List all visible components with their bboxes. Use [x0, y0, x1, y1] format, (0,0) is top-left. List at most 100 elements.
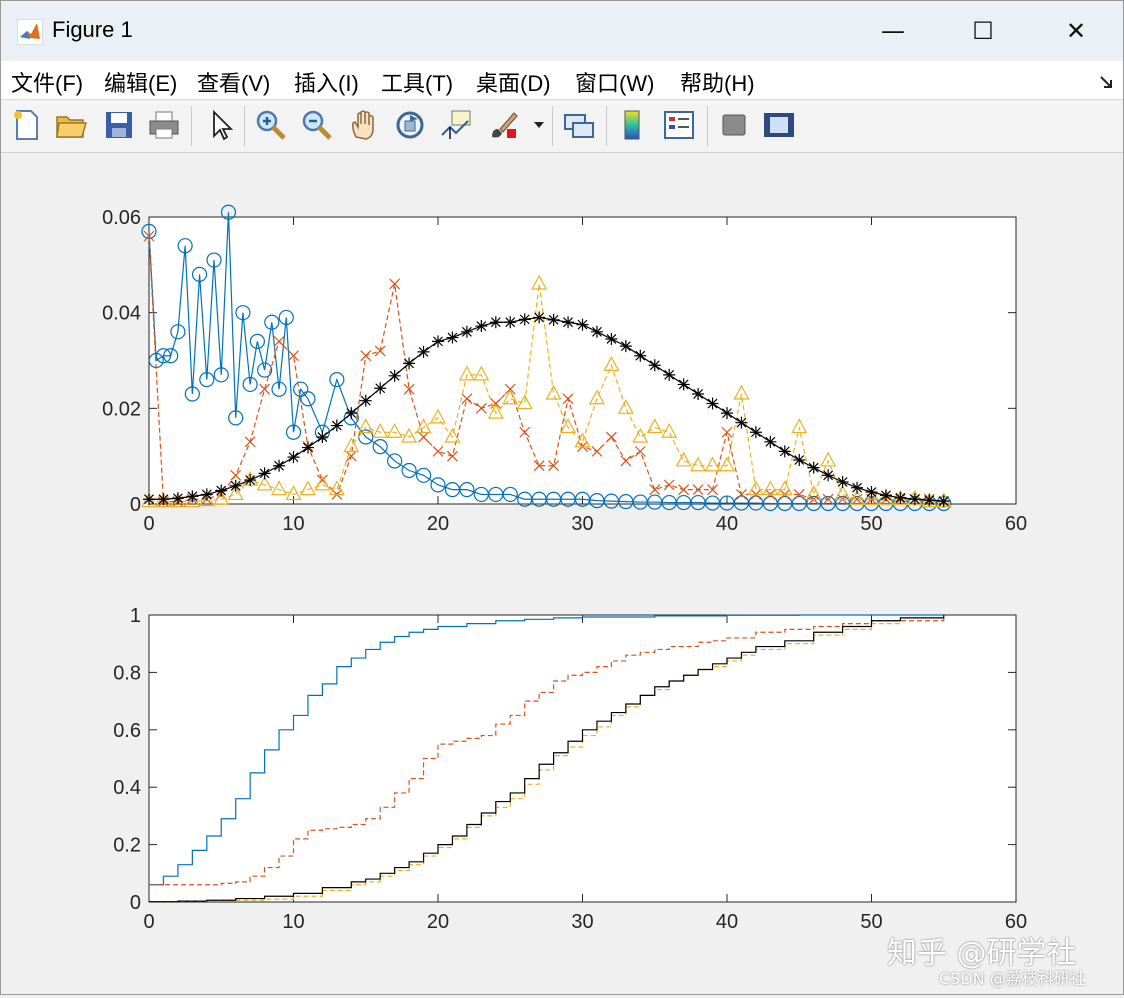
- title-bar[interactable]: Figure 1 — ☐ ✕: [1, 1, 1123, 61]
- menu-desktop[interactable]: 桌面(D): [476, 66, 551, 98]
- data-point: [547, 313, 560, 326]
- x-tick-label: 30: [571, 911, 593, 933]
- data-point: [648, 359, 661, 372]
- x-tick-label: 10: [282, 513, 304, 535]
- legend-icon[interactable]: [661, 107, 697, 143]
- data-point: [590, 325, 603, 338]
- data-point: [619, 340, 632, 353]
- x-tick-label: 0: [143, 911, 154, 933]
- x-tick-label: 50: [860, 911, 882, 933]
- save-icon[interactable]: [101, 107, 137, 143]
- figure-plots: 0 10 20 30 40 50 6000.020.040.060 10 20 30 40 50 600…: [102, 204, 1027, 933]
- data-point: [157, 493, 170, 506]
- menu-file[interactable]: 文件(F): [11, 66, 83, 98]
- y-tick-label: 0.02: [102, 398, 141, 420]
- data-point: [749, 426, 762, 439]
- x-tick-label: 50: [860, 513, 882, 535]
- x-tick-label: 0: [143, 513, 154, 535]
- data-point: [244, 474, 257, 487]
- data-point: [489, 316, 502, 329]
- data-point: [330, 419, 343, 432]
- menu-insert[interactable]: 插入(I): [294, 66, 359, 98]
- data-point: [894, 491, 907, 504]
- new-figure-icon[interactable]: [9, 107, 45, 143]
- data-point: [374, 382, 387, 395]
- figure-canvas: 0 10 20 30 40 50 60 0 0.02 0.04 0.06 0 10 20 30 40 50 60 0…: [1, 153, 1123, 994]
- undock-arrow-icon[interactable]: [1099, 73, 1115, 89]
- y-tick-label: 0.06: [102, 207, 141, 229]
- data-point: [822, 469, 835, 482]
- data-point: [475, 320, 488, 333]
- data-point: [345, 407, 358, 420]
- data-point: [273, 459, 286, 472]
- colorbar-icon[interactable]: [615, 107, 651, 143]
- data-point: [388, 369, 401, 382]
- select-arrow-icon[interactable]: [203, 107, 239, 143]
- data-point: [533, 311, 546, 324]
- data-point: [692, 387, 705, 400]
- menu-help[interactable]: 帮助(H): [680, 66, 755, 98]
- x-tick-label: 30: [571, 513, 593, 535]
- data-point: [518, 313, 531, 326]
- data-point: [807, 461, 820, 474]
- data-point: [258, 467, 271, 480]
- chevron-down-icon[interactable]: [533, 120, 545, 130]
- menu-bar: 文件(F) 编辑(E) 查看(V) 插入(I) 工具(T) 桌面(D) 窗口(W…: [1, 61, 1123, 100]
- x-tick-label: 20: [427, 911, 449, 933]
- minimize-button[interactable]: —: [863, 9, 923, 53]
- close-button[interactable]: ✕: [1046, 9, 1106, 53]
- open-file-icon[interactable]: [53, 107, 89, 143]
- y-tick-label: 0: [130, 892, 141, 914]
- toolbar-separator: [244, 106, 245, 146]
- data-point: [143, 493, 155, 506]
- menu-tools[interactable]: 工具(T): [381, 66, 453, 98]
- data-point: [764, 435, 777, 448]
- data-point: [793, 453, 806, 466]
- close-icon: ✕: [1065, 17, 1087, 45]
- figure-window: Figure 1 — ☐ ✕ 文件(F) 编辑(E) 查看(V) 插入(I) 工…: [0, 0, 1124, 995]
- brush-icon[interactable]: [486, 107, 522, 143]
- data-point: [562, 316, 575, 329]
- maximize-button[interactable]: ☐: [953, 9, 1013, 53]
- toolbar-separator: [707, 106, 708, 146]
- data-point: [287, 451, 300, 464]
- x-tick-label: 10: [282, 911, 304, 933]
- menu-view[interactable]: 查看(V): [197, 66, 270, 98]
- watermark-csdn: CSDN @荔枝科研社: [939, 969, 1086, 988]
- data-point: [301, 441, 314, 454]
- menu-window[interactable]: 窗口(W): [575, 66, 654, 98]
- data-point: [576, 318, 589, 331]
- maximize-icon: ☐: [972, 17, 994, 45]
- hide-plot-tools-icon[interactable]: [716, 107, 752, 143]
- toolbar-separator: [606, 106, 607, 146]
- zoom-in-icon[interactable]: [253, 107, 289, 143]
- y-tick-label: 0.4: [113, 777, 141, 799]
- data-point: [836, 475, 849, 488]
- x-tick-label: 60: [1005, 513, 1027, 535]
- data-point: [316, 431, 329, 444]
- rotate-3d-icon[interactable]: [392, 107, 428, 143]
- toolbar-separator: [191, 106, 192, 146]
- x-tick-label: 20: [427, 513, 449, 535]
- x-tick-label: 40: [716, 513, 738, 535]
- link-plot-icon[interactable]: [561, 107, 597, 143]
- y-tick-label: 0.04: [102, 303, 141, 325]
- data-point: [417, 345, 430, 358]
- data-point: [634, 349, 647, 362]
- print-icon[interactable]: [146, 107, 182, 143]
- show-plot-tools-icon[interactable]: [761, 107, 797, 143]
- pan-hand-icon[interactable]: [346, 107, 382, 143]
- data-point: [677, 378, 690, 391]
- data-point: [403, 357, 416, 370]
- data-cursor-icon[interactable]: [438, 107, 474, 143]
- menu-edit[interactable]: 编辑(E): [104, 66, 177, 98]
- data-point: [663, 368, 676, 381]
- zoom-out-icon[interactable]: [299, 107, 335, 143]
- x-tick-label: 40: [716, 911, 738, 933]
- data-point: [706, 397, 719, 410]
- data-point: [504, 316, 517, 329]
- data-point: [908, 493, 921, 506]
- data-point: [923, 494, 936, 507]
- y-tick-label: 1: [130, 605, 141, 627]
- data-point: [229, 479, 242, 492]
